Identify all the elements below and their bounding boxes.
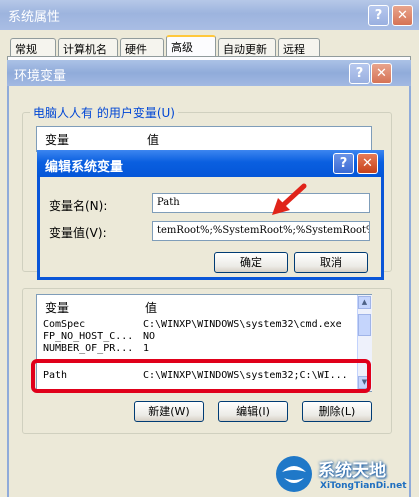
edit-help-button[interactable]: ? bbox=[333, 153, 354, 174]
tab-advanced[interactable]: 高级 bbox=[166, 35, 216, 57]
system-var-row[interactable]: ComSpec C:\WINXP\WINDOWS\system32\cmd.ex… bbox=[43, 319, 342, 330]
system-var-name: NUMBER_OF_PR... bbox=[43, 343, 134, 354]
tab-auto-update[interactable]: 自动更新 bbox=[218, 38, 276, 56]
variable-value-label: 变量值(V): bbox=[49, 226, 107, 240]
env-help-button[interactable]: ? bbox=[349, 63, 370, 84]
edit-dialog-title: 编辑系统变量 bbox=[45, 160, 124, 175]
path-highlight-box bbox=[31, 359, 371, 393]
user-col-value[interactable]: 值 bbox=[147, 131, 159, 148]
system-var-value: C:\WINXP\WINDOWS\system32\cmd.exe bbox=[143, 319, 342, 330]
user-col-variable[interactable]: 变量 bbox=[45, 131, 69, 148]
main-window-title: 系统属性 bbox=[8, 10, 61, 25]
watermark-url: XiTongTianDi.net bbox=[320, 481, 407, 491]
delete-variable-button[interactable]: 删除(L) bbox=[302, 401, 372, 422]
variable-value-input[interactable]: temRoot%;%SystemRoot%;%SystemRoot%\Syste… bbox=[152, 221, 370, 241]
user-vars-group-title: 电脑人人有 的用户变量(U) bbox=[30, 104, 178, 121]
system-var-row[interactable]: NUMBER_OF_PR... 1 bbox=[43, 343, 149, 354]
tab-remote[interactable]: 远程 bbox=[278, 38, 320, 56]
watermark: 系统天地 XiTongTianDi.net bbox=[270, 452, 416, 496]
new-variable-button[interactable]: 新建(W) bbox=[134, 401, 204, 422]
env-close-button[interactable]: ✕ bbox=[371, 63, 392, 84]
tab-general[interactable]: 常规 bbox=[10, 38, 56, 56]
tab-hardware[interactable]: 硬件 bbox=[120, 38, 164, 56]
cancel-button[interactable]: 取消 bbox=[294, 252, 368, 273]
edit-title-bar: 编辑系统变量 ? ✕ bbox=[37, 150, 384, 177]
tab-computer-name[interactable]: 计算机名 bbox=[58, 38, 118, 56]
edit-close-button[interactable]: ✕ bbox=[357, 153, 378, 174]
system-var-name: ComSpec bbox=[43, 319, 86, 330]
system-var-value: 1 bbox=[143, 343, 150, 354]
sys-col-value[interactable]: 值 bbox=[145, 299, 157, 316]
main-close-button[interactable]: ✕ bbox=[392, 5, 413, 26]
user-vars-list[interactable]: 变量 值 bbox=[36, 126, 372, 152]
ok-button[interactable]: 确定 bbox=[214, 252, 288, 273]
scroll-up-icon[interactable]: ▲ bbox=[358, 296, 371, 309]
system-var-name: FP_NO_HOST_C... bbox=[43, 331, 134, 342]
scroll-thumb[interactable] bbox=[358, 314, 371, 336]
sys-col-variable[interactable]: 变量 bbox=[45, 299, 69, 316]
env-title-bar: 环境变量 ? ✕ bbox=[7, 60, 411, 86]
system-var-row[interactable]: FP_NO_HOST_C... NO bbox=[43, 331, 155, 342]
red-arrow-icon bbox=[272, 183, 307, 215]
system-var-value: NO bbox=[143, 331, 156, 342]
watermark-text: 系统天地 bbox=[318, 461, 386, 481]
variable-name-input[interactable]: Path bbox=[152, 193, 370, 213]
env-dialog-title: 环境变量 bbox=[14, 69, 67, 84]
variable-name-label: 变量名(N): bbox=[49, 199, 108, 213]
watermark-logo-icon bbox=[276, 456, 312, 492]
main-help-button[interactable]: ? bbox=[368, 5, 389, 26]
edit-variable-button[interactable]: 编辑(I) bbox=[218, 401, 288, 422]
main-title-bar: 系统属性 ? ✕ bbox=[0, 0, 419, 30]
